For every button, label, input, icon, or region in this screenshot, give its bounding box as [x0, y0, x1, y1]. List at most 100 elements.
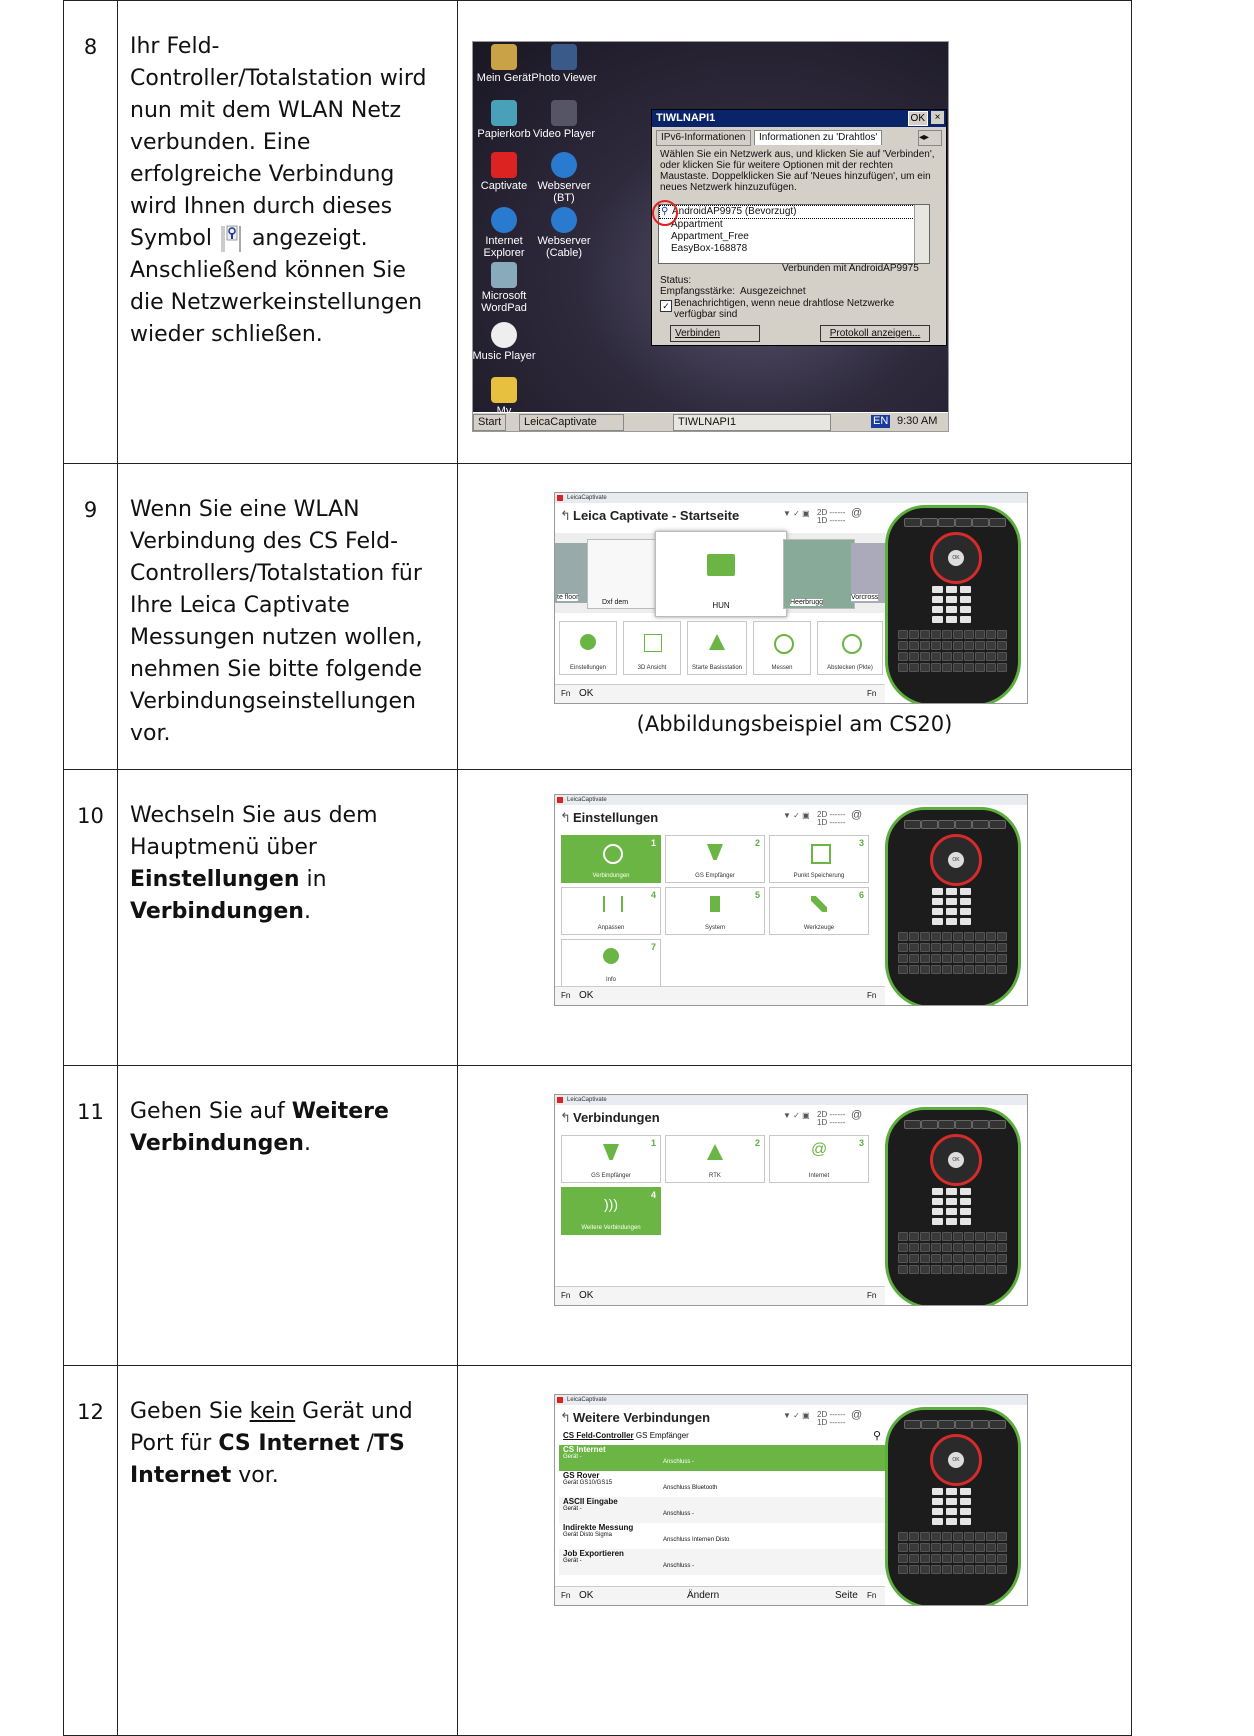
alpha-key[interactable] [953, 1565, 963, 1574]
alpha-key[interactable] [986, 663, 996, 672]
alpha-key[interactable] [964, 954, 974, 963]
tile-system[interactable]: 5 System [665, 887, 765, 935]
alpha-key[interactable] [986, 1254, 996, 1263]
alpha-key[interactable] [942, 1554, 952, 1563]
tile-connections[interactable]: 1 Verbindungen [561, 835, 661, 883]
taskbar-app-captivate[interactable]: LeicaCaptivate [519, 414, 624, 431]
alpha-key[interactable] [986, 1565, 996, 1574]
alpha-key[interactable] [931, 1265, 941, 1274]
function-key[interactable] [904, 820, 921, 829]
alpha-key[interactable] [898, 943, 908, 952]
alpha-key[interactable] [953, 954, 963, 963]
alpha-key[interactable] [942, 943, 952, 952]
number-key[interactable] [946, 908, 957, 915]
alpha-key[interactable] [920, 965, 930, 974]
start-button[interactable]: Start [473, 414, 507, 431]
alpha-key[interactable] [964, 1232, 974, 1241]
number-key[interactable] [960, 1488, 971, 1495]
function-key[interactable] [972, 820, 989, 829]
alpha-key[interactable] [975, 1243, 985, 1252]
show-log-button[interactable]: Protokoll anzeigen... [820, 325, 930, 342]
number-key[interactable] [960, 908, 971, 915]
number-key[interactable] [932, 1188, 943, 1195]
function-key[interactable] [938, 820, 955, 829]
network-item[interactable]: Appartment_Free [659, 231, 929, 243]
alpha-key[interactable] [909, 663, 919, 672]
number-key[interactable] [960, 1208, 971, 1215]
number-key[interactable] [932, 1198, 943, 1205]
number-key[interactable] [946, 606, 957, 613]
alpha-key[interactable] [898, 1532, 908, 1541]
alpha-key[interactable] [942, 932, 952, 941]
fn-key[interactable]: Fn [561, 1287, 570, 1305]
tile-3d-view[interactable]: 3D Ansicht [623, 621, 681, 675]
number-key[interactable] [946, 1508, 957, 1515]
alpha-key[interactable] [953, 1265, 963, 1274]
alpha-key[interactable] [975, 1265, 985, 1274]
ok-softkey[interactable]: OK [579, 1587, 593, 1605]
function-key[interactable] [989, 820, 1006, 829]
network-list[interactable]: ⚲ AndroidAP9975 (Bevorzugt) Appartment Ap… [658, 204, 930, 264]
alpha-key[interactable] [920, 1554, 930, 1563]
alpha-key[interactable] [997, 1243, 1007, 1252]
desktop-icon-music-player[interactable]: Music Player [473, 322, 539, 362]
alpha-key[interactable] [931, 1254, 941, 1263]
alpha-key[interactable] [942, 954, 952, 963]
desktop-icon-webserver-cable[interactable]: Webserver (Cable) [529, 207, 599, 259]
alpha-key[interactable] [931, 1243, 941, 1252]
number-key[interactable] [946, 1488, 957, 1495]
alpha-key[interactable] [986, 652, 996, 661]
tile-tools[interactable]: 6 Werkzeuge [769, 887, 869, 935]
alpha-key[interactable] [986, 630, 996, 639]
alpha-key[interactable] [975, 1254, 985, 1263]
alpha-key[interactable] [898, 1232, 908, 1241]
alpha-key[interactable] [964, 1243, 974, 1252]
function-key[interactable] [989, 1120, 1006, 1129]
alpha-key[interactable] [909, 1554, 919, 1563]
network-item[interactable]: EasyBox-168878 [659, 243, 929, 255]
alpha-key[interactable] [986, 1265, 996, 1274]
navigation-dial[interactable]: OK [930, 532, 982, 584]
alpha-key[interactable] [931, 1565, 941, 1574]
alpha-key[interactable] [909, 652, 919, 661]
alpha-key[interactable] [975, 652, 985, 661]
number-key[interactable] [960, 1518, 971, 1525]
alpha-key[interactable] [920, 652, 930, 661]
function-key[interactable] [972, 1120, 989, 1129]
number-key[interactable] [932, 616, 943, 623]
navigation-dial[interactable]: OK [930, 1134, 982, 1186]
taskbar-app-wlan[interactable]: TIWLNAPI1 [673, 414, 831, 431]
connection-row[interactable]: GS Rover Gerät GS10/GS15 Anschluss Bluetoo… [559, 1471, 885, 1497]
alpha-key[interactable] [898, 663, 908, 672]
alpha-key[interactable] [975, 954, 985, 963]
alpha-key[interactable] [997, 1565, 1007, 1574]
alpha-key[interactable] [909, 932, 919, 941]
number-key[interactable] [946, 1198, 957, 1205]
number-key[interactable] [960, 606, 971, 613]
number-key[interactable] [932, 1518, 943, 1525]
ok-key[interactable]: OK [948, 1452, 964, 1468]
number-key[interactable] [932, 898, 943, 905]
alpha-key[interactable] [920, 1232, 930, 1241]
alpha-key[interactable] [953, 652, 963, 661]
alpha-key[interactable] [909, 954, 919, 963]
number-key[interactable] [960, 596, 971, 603]
navigation-dial[interactable]: OK [930, 1434, 982, 1486]
connection-row[interactable]: Job Exportieren Gerät - Anschluss - [559, 1549, 885, 1575]
fn-key[interactable]: Fn [561, 987, 570, 1005]
alpha-key[interactable] [964, 1554, 974, 1563]
alpha-key[interactable] [920, 663, 930, 672]
alpha-key[interactable] [986, 641, 996, 650]
alpha-key[interactable] [986, 932, 996, 941]
desktop-icon-my-folder[interactable]: My [473, 377, 539, 417]
tile-settings[interactable]: Einstellungen [559, 621, 617, 675]
alpha-key[interactable] [997, 641, 1007, 650]
tab-wireless-info[interactable]: Informationen zu 'Drahtlos' [754, 130, 883, 145]
function-key[interactable] [938, 1120, 955, 1129]
alpha-key[interactable] [975, 1565, 985, 1574]
alpha-key[interactable] [898, 652, 908, 661]
alpha-key[interactable] [931, 641, 941, 650]
alpha-key[interactable] [898, 630, 908, 639]
alpha-key[interactable] [997, 943, 1007, 952]
alpha-key[interactable] [909, 1265, 919, 1274]
